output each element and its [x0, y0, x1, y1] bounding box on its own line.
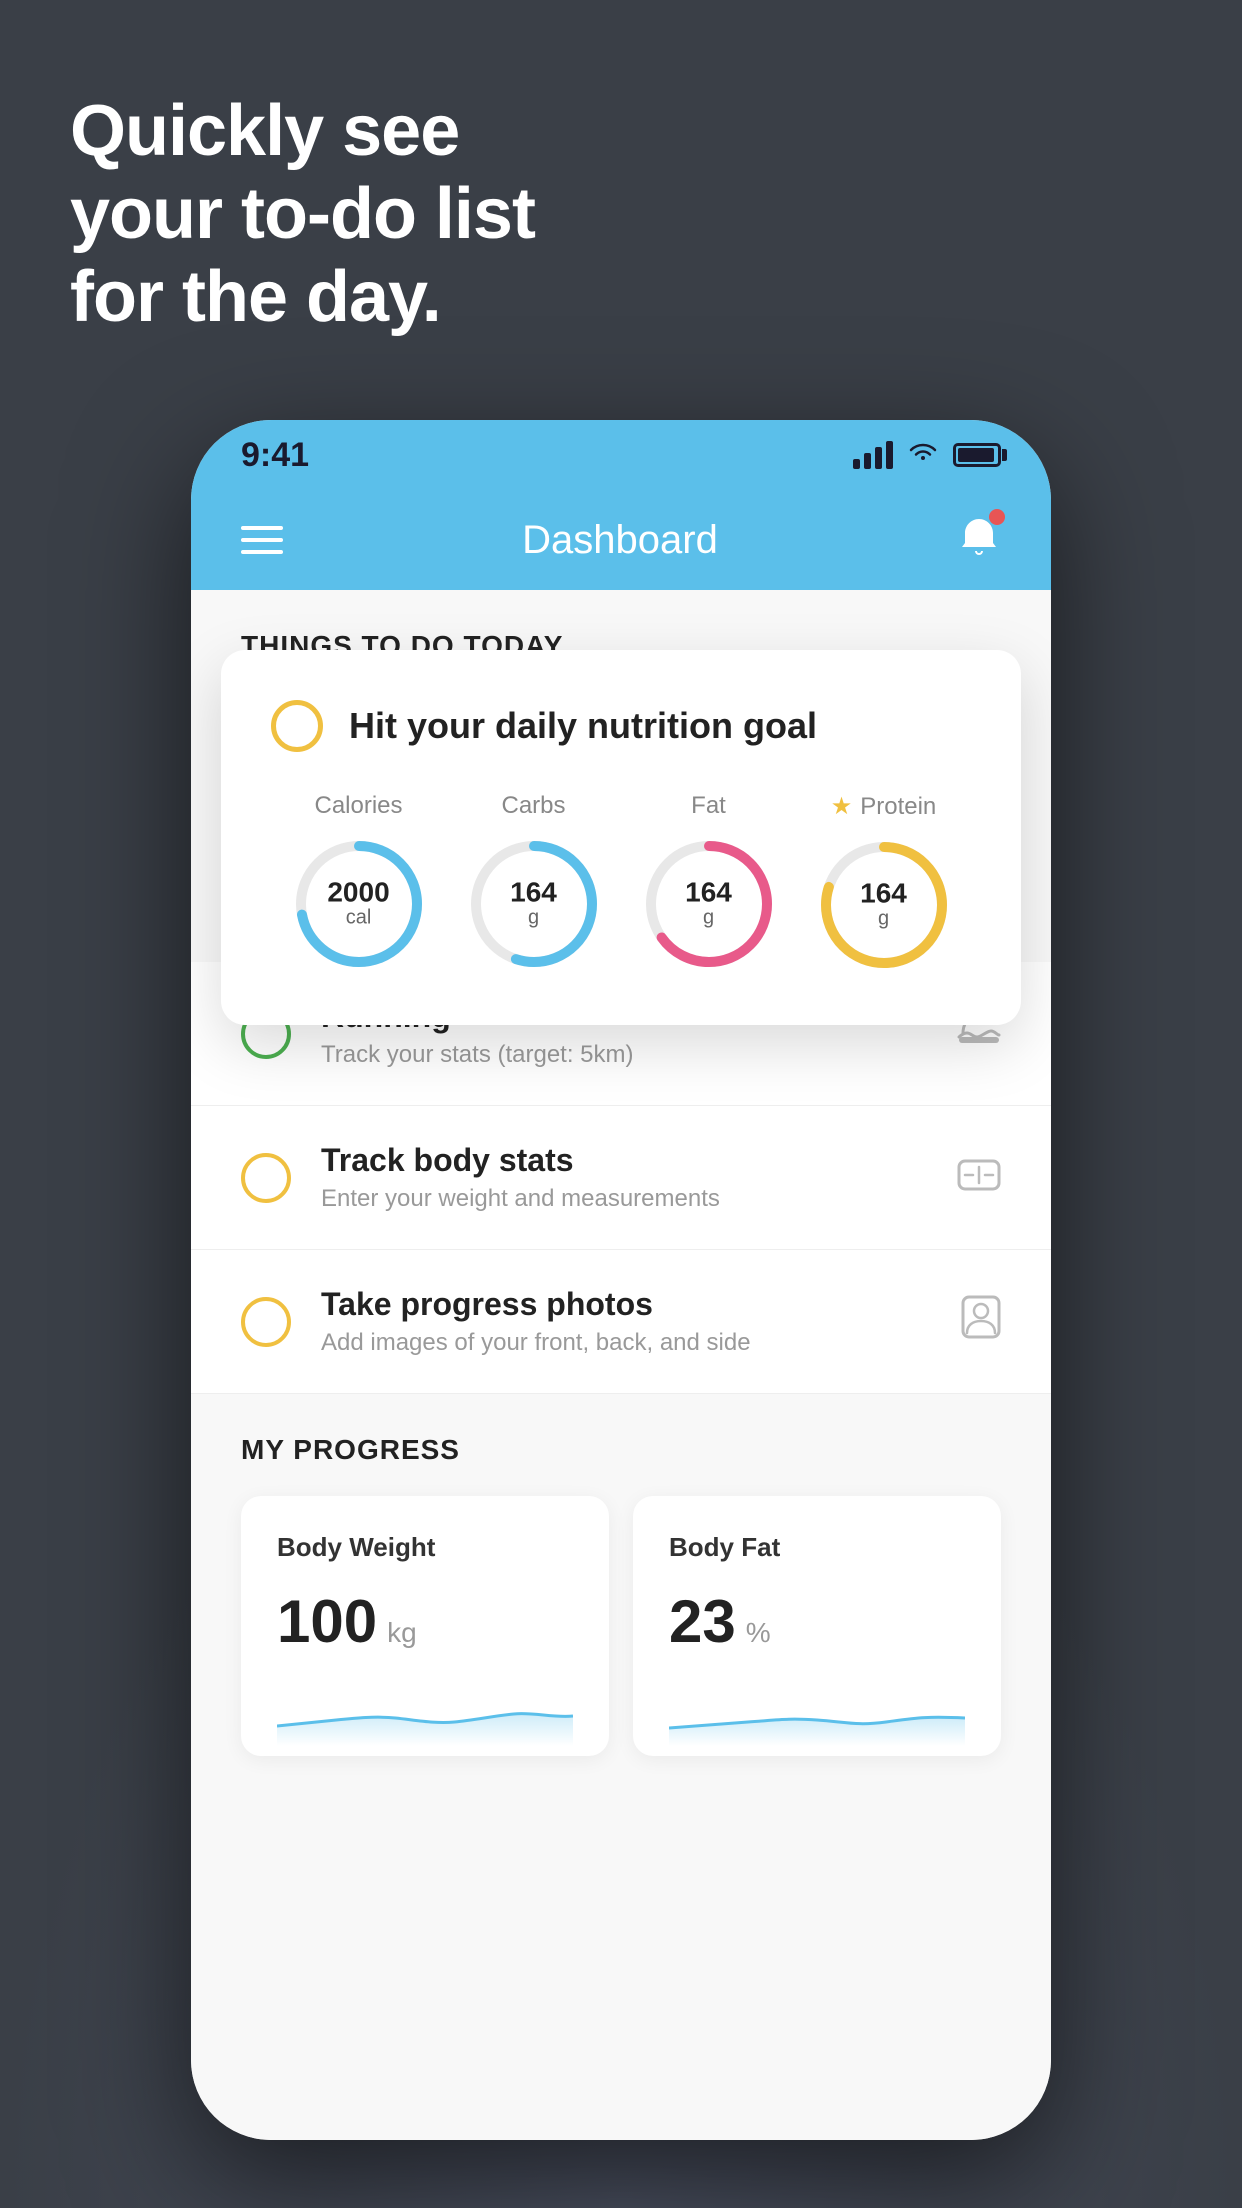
- body-weight-chart: [277, 1676, 573, 1746]
- body-stats-subtitle: Enter your weight and measurements: [321, 1185, 927, 1213]
- photos-check-circle: [241, 1297, 291, 1347]
- calories-unit: cal: [346, 907, 372, 929]
- body-stats-text-group: Track body stats Enter your weight and m…: [321, 1142, 927, 1213]
- status-bar: 9:41: [191, 420, 1051, 490]
- fat-circle: 164 g: [639, 834, 779, 974]
- body-weight-value: 100: [277, 1587, 377, 1656]
- body-weight-card[interactable]: Body Weight 100 kg: [241, 1496, 609, 1756]
- body-fat-unit: %: [746, 1617, 771, 1649]
- protein-star-icon: ★: [831, 792, 853, 821]
- phone-mockup: 9:41 Da: [191, 420, 1051, 2140]
- calories-circle: 2000 cal: [289, 834, 429, 974]
- nutrition-card-title: Hit your daily nutrition goal: [349, 705, 817, 747]
- photos-subtitle: Add images of your front, back, and side: [321, 1329, 931, 1357]
- menu-button[interactable]: [241, 526, 283, 554]
- progress-title: MY PROGRESS: [241, 1434, 1001, 1466]
- running-subtitle: Track your stats (target: 5km): [321, 1041, 927, 1069]
- fat-value: 164: [685, 879, 732, 907]
- person-icon: [961, 1295, 1001, 1348]
- body-weight-unit: kg: [387, 1617, 417, 1649]
- todo-item-photos[interactable]: Take progress photos Add images of your …: [191, 1250, 1051, 1394]
- body-fat-value: 23: [669, 1587, 736, 1656]
- nutrition-card: Hit your daily nutrition goal Calories 2…: [221, 650, 1021, 1025]
- nav-bar: Dashboard: [191, 490, 1051, 590]
- calories-value: 2000: [327, 879, 389, 907]
- battery-icon: [953, 443, 1001, 467]
- carbs-circle: 164 g: [464, 834, 604, 974]
- nutrition-row: Calories 2000 cal Carbs: [271, 792, 971, 975]
- body-fat-chart: [669, 1676, 965, 1746]
- fat-label: Fat: [691, 792, 726, 820]
- carbs-label: Carbs: [501, 792, 565, 820]
- wifi-icon: [907, 440, 939, 471]
- notification-button[interactable]: [957, 513, 1001, 567]
- carbs-unit: g: [528, 907, 539, 929]
- body-stats-title: Track body stats: [321, 1142, 927, 1179]
- protein-circle: 164 g: [814, 835, 954, 975]
- photos-title: Take progress photos: [321, 1286, 931, 1323]
- fat-unit: g: [703, 907, 714, 929]
- hero-text: Quickly see your to-do list for the day.: [70, 90, 535, 338]
- nutrition-calories: Calories 2000 cal: [289, 792, 429, 974]
- body-weight-value-row: 100 kg: [277, 1587, 573, 1656]
- signal-bars-icon: [853, 441, 893, 469]
- nav-title: Dashboard: [522, 518, 718, 563]
- content-area: THINGS TO DO TODAY Hit your daily nutrit…: [191, 590, 1051, 2140]
- calories-label: Calories: [314, 792, 402, 820]
- status-time: 9:41: [241, 436, 309, 475]
- todo-item-body-stats[interactable]: Track body stats Enter your weight and m…: [191, 1106, 1051, 1250]
- body-fat-value-row: 23 %: [669, 1587, 965, 1656]
- notification-badge: [989, 509, 1005, 525]
- nutrition-protein: ★ Protein 164 g: [814, 792, 954, 975]
- scale-icon: [957, 1153, 1001, 1202]
- nutrition-carbs: Carbs 164 g: [464, 792, 604, 974]
- nutrition-fat: Fat 164 g: [639, 792, 779, 974]
- protein-value: 164: [860, 880, 907, 908]
- body-fat-card[interactable]: Body Fat 23 %: [633, 1496, 1001, 1756]
- progress-cards: Body Weight 100 kg: [241, 1496, 1001, 1756]
- status-icons: [853, 440, 1001, 471]
- protein-unit: g: [878, 908, 889, 930]
- body-stats-check-circle: [241, 1153, 291, 1203]
- body-weight-card-title: Body Weight: [277, 1532, 573, 1563]
- carbs-value: 164: [510, 879, 557, 907]
- protein-label: Protein: [860, 793, 936, 821]
- photos-text-group: Take progress photos Add images of your …: [321, 1286, 931, 1357]
- progress-section: MY PROGRESS Body Weight 100 kg: [191, 1434, 1051, 1756]
- body-fat-card-title: Body Fat: [669, 1532, 965, 1563]
- todo-list: Running Track your stats (target: 5km) T…: [191, 962, 1051, 1394]
- nutrition-check-circle[interactable]: [271, 700, 323, 752]
